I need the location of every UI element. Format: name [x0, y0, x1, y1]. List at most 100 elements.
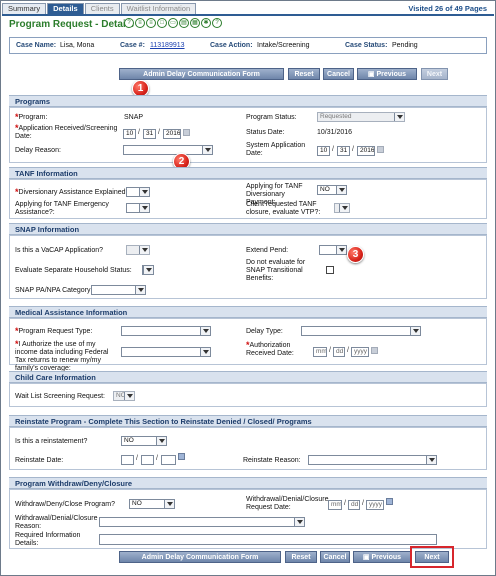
extend-pend-label: Extend Pend: — [246, 247, 289, 254]
case-status-value: Pending — [392, 42, 418, 49]
separate-household-select[interactable] — [142, 265, 154, 275]
snap-header: SNAP Information — [9, 223, 487, 235]
previous-label: Previous — [376, 71, 407, 78]
tab-summary[interactable]: Summary — [2, 3, 47, 14]
case-number-link[interactable]: 113189913 — [150, 42, 185, 49]
vacap-select[interactable] — [126, 245, 150, 255]
delay-reason-select[interactable] — [123, 145, 213, 155]
next-button-top[interactable]: Next — [421, 68, 448, 80]
withdraw-program-select[interactable]: NO — [129, 499, 175, 509]
info-icon[interactable]: ? — [212, 18, 222, 28]
reset-button-bottom[interactable]: Reset — [285, 551, 317, 563]
previous-button[interactable]: ▣ Previous — [357, 68, 417, 80]
waitlist-screening-select[interactable]: NO — [113, 391, 135, 401]
program-request-type-select[interactable] — [121, 326, 211, 336]
calendar-icon[interactable]: ▦ — [190, 18, 200, 28]
sys-date-month[interactable]: 10 — [317, 146, 330, 156]
program-status-label: Program Status: — [246, 114, 297, 121]
previous-label: Previous — [371, 554, 402, 561]
delay-type-select[interactable] — [301, 326, 421, 336]
waitlist-screening-label: Wait List Screening Request: — [15, 393, 106, 400]
withdraw-reason-select[interactable] — [99, 517, 305, 527]
childcare-header: Child Care Information — [9, 371, 487, 383]
folder-icon[interactable]: ▭ — [168, 18, 178, 28]
system-app-date-label: System Application Date: — [246, 142, 306, 157]
callout-3: 3 — [347, 246, 364, 263]
program-label: *Program: — [15, 112, 48, 122]
tanf-header: TANF Information — [9, 167, 487, 179]
sys-date-year[interactable]: 2016 — [357, 146, 375, 156]
authorize-income-label: *I Authorize the use of my income data i… — [15, 339, 109, 373]
reinstate-reason-select[interactable] — [308, 455, 437, 465]
program-status-select[interactable]: Requested — [317, 112, 405, 122]
case-number-label: Case #: — [120, 42, 145, 49]
reinstate-reason-label: Reinstate Reason: — [243, 457, 301, 464]
tanf-emergency-label: Applying for TANF Emergency Assistance?: — [15, 201, 109, 216]
extend-pend-select[interactable] — [319, 245, 347, 255]
previous-button-bottom[interactable]: ▣ Previous — [353, 551, 411, 563]
tab-divider — [2, 14, 494, 16]
withdraw-date-month[interactable]: mm — [328, 500, 342, 510]
calendar-icon[interactable] — [371, 347, 378, 354]
reinstate-date-label: Reinstate Date: — [15, 457, 64, 464]
settings-icon[interactable]: ✱ — [201, 18, 211, 28]
tanf-closure-vtp-label: Client requested TANF closure, evaluate … — [246, 201, 321, 216]
tab-waitlist[interactable]: Waitlist Information — [120, 3, 197, 14]
authorize-income-select[interactable] — [121, 347, 211, 357]
required-details-input[interactable] — [99, 534, 437, 545]
withdraw-program-label: Withdraw/Deny/Close Program? — [15, 501, 115, 508]
diversionary-explained-select[interactable] — [126, 187, 150, 197]
reinstate-date-day[interactable] — [141, 455, 154, 465]
next-button[interactable]: Next — [415, 551, 449, 563]
admin-delay-form-button-bottom[interactable]: Admin Delay Communication Form — [119, 551, 281, 563]
notes-icon[interactable]: ≡ — [146, 18, 156, 28]
window: Summary Details Clients Waitlist Informa… — [0, 0, 496, 576]
app-date-month[interactable]: 10 — [123, 129, 136, 139]
applying-diversionary-select[interactable]: NO — [317, 185, 347, 195]
tanf-emergency-select[interactable] — [126, 203, 150, 213]
papa-category-label: SNAP PA/NPA Category: — [15, 287, 93, 294]
reset-button[interactable]: Reset — [288, 68, 320, 80]
app-date-year[interactable]: 2016 — [163, 129, 181, 139]
visited-counter: Visited 26 of 49 Pages — [408, 4, 487, 13]
snap-transitional-checkbox[interactable] — [326, 266, 334, 274]
auth-date-month[interactable]: mm — [313, 347, 327, 357]
tab-bar: Summary Details Clients Waitlist Informa… — [2, 3, 197, 14]
is-reinstatement-select[interactable]: NO — [121, 436, 167, 446]
is-reinstatement-label: Is this a reinstatement? — [15, 438, 88, 445]
auth-date-day[interactable]: dd — [333, 347, 345, 357]
tab-details[interactable]: Details — [47, 3, 84, 14]
cancel-button[interactable]: Cancel — [323, 68, 354, 80]
app-received-label: *Application Received/Screening Date: — [15, 123, 118, 141]
papa-category-select[interactable] — [91, 285, 146, 295]
app-date-day[interactable]: 31 — [143, 129, 156, 139]
admin-delay-form-button[interactable]: Admin Delay Communication Form — [119, 68, 284, 80]
case-status-label: Case Status: — [345, 42, 388, 49]
sys-date-day[interactable]: 31 — [337, 146, 350, 156]
calendar-icon[interactable] — [377, 146, 384, 153]
auth-date-year[interactable]: yyyy — [351, 347, 369, 357]
withdraw-reason-label: Withdrawal/Denial/Closure Reason: — [15, 515, 98, 530]
list-icon[interactable]: ≡ — [135, 18, 145, 28]
cancel-button-bottom[interactable]: Cancel — [320, 551, 350, 563]
tab-clients[interactable]: Clients — [84, 3, 120, 14]
withdraw-date-day[interactable]: dd — [348, 500, 360, 510]
tanf-closure-vtp-select[interactable] — [334, 203, 350, 213]
case-info-bar: Case Name: Lisa, Mona Case #: 113189913 … — [9, 37, 487, 54]
calendar-icon[interactable] — [183, 129, 190, 136]
print-icon[interactable]: ▤ — [179, 18, 189, 28]
auth-received-date-label: *Authorization Received Date: — [246, 340, 294, 358]
case-name-value: Lisa, Mona — [60, 42, 95, 49]
withdraw-date-year[interactable]: yyyy — [366, 500, 384, 510]
case-action-value: Intake/Screening — [257, 42, 310, 49]
document-icon[interactable]: □ — [157, 18, 167, 28]
calendar-icon[interactable] — [386, 498, 393, 505]
vacap-label: Is this a VaCAP Application? — [15, 247, 104, 254]
required-details-label: Required Information Details: — [15, 532, 81, 547]
calendar-icon[interactable] — [178, 453, 185, 460]
reinstate-date-month[interactable] — [121, 455, 134, 465]
program-value: SNAP — [124, 114, 144, 121]
help-icon[interactable]: ? — [124, 18, 134, 28]
reinstate-date-year[interactable] — [161, 455, 176, 465]
delay-reason-label: Delay Reason: — [15, 147, 61, 154]
